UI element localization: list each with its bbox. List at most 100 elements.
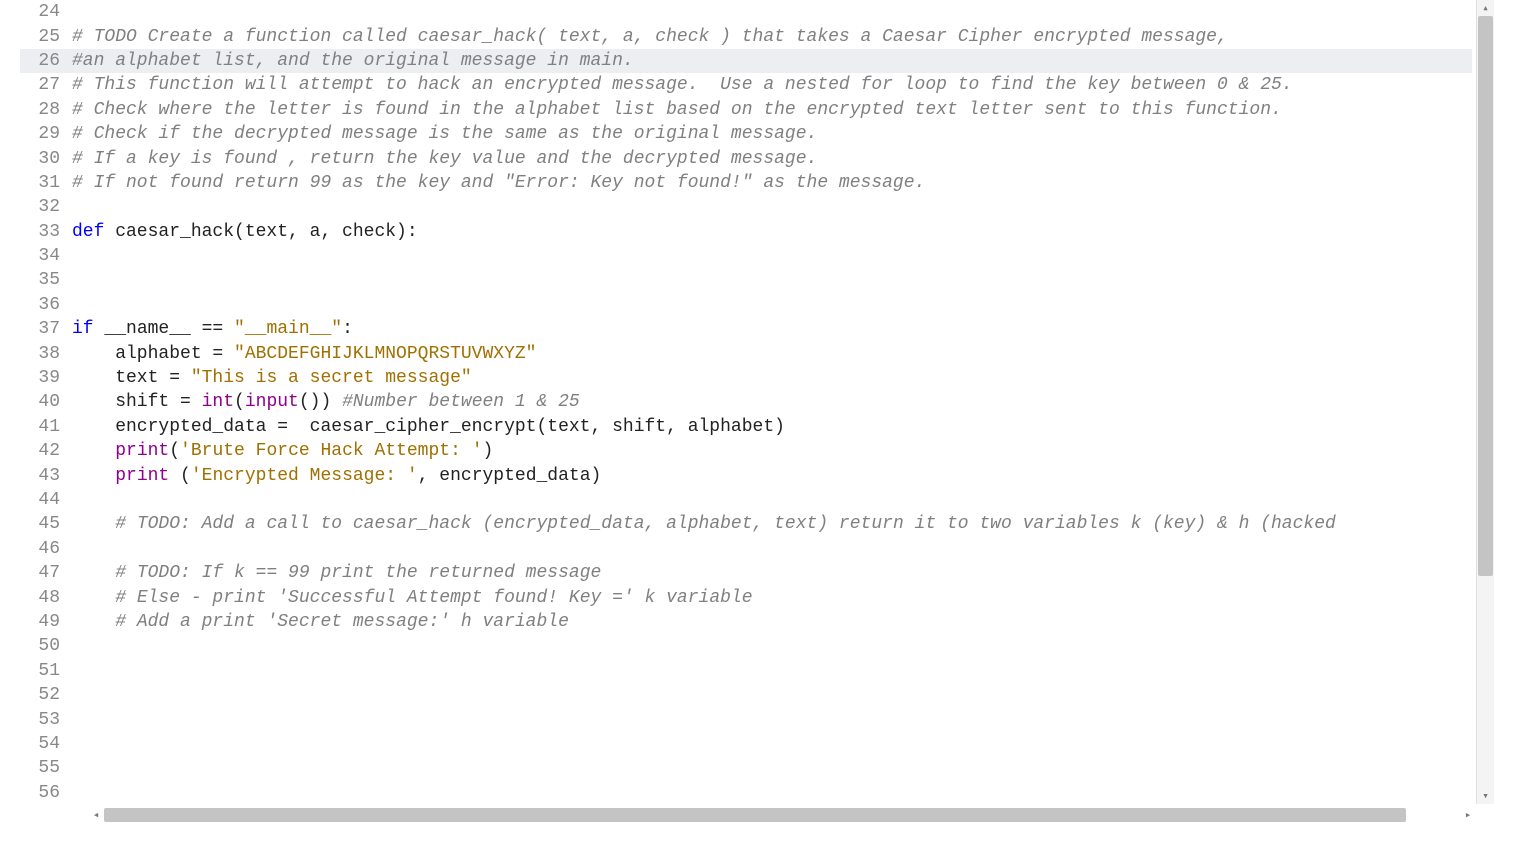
code-content[interactable]: # TODO Create a function called caesar_h… (72, 27, 1472, 47)
token: # TODO: If k == 99 print the returned me… (115, 563, 601, 583)
code-content[interactable]: #an alphabet list, and the original mess… (72, 51, 1472, 71)
code-content[interactable]: # If a key is found , return the key val… (72, 149, 1472, 169)
code-content[interactable]: # Else - print 'Successful Attempt found… (72, 588, 1472, 608)
line-number: 50 (20, 636, 72, 656)
code-line[interactable]: 45 # TODO: Add a call to caesar_hack (en… (20, 512, 1472, 536)
code-line[interactable]: 33def caesar_hack(text, a, check): (20, 220, 1472, 244)
code-content[interactable]: # Check if the decrypted message is the … (72, 124, 1472, 144)
line-number: 41 (20, 417, 72, 437)
code-line[interactable]: 46 (20, 537, 1472, 561)
token: ( (234, 392, 245, 412)
code-line[interactable]: 51 (20, 659, 1472, 683)
code-line[interactable]: 38 alphabet = "ABCDEFGHIJKLMNOPQRSTUVWXY… (20, 341, 1472, 365)
token: # If a key is found , return the key val… (72, 149, 817, 169)
token: #an alphabet list, and the original mess… (72, 51, 634, 71)
code-line[interactable]: 32 (20, 195, 1472, 219)
code-line[interactable]: 49 # Add a print 'Secret message:' h var… (20, 610, 1472, 634)
code-line[interactable]: 25# TODO Create a function called caesar… (20, 24, 1472, 48)
code-line[interactable]: 47 # TODO: If k == 99 print the returned… (20, 561, 1472, 585)
token: if (72, 319, 94, 339)
code-line[interactable]: 27# This function will attempt to hack a… (20, 73, 1472, 97)
code-line[interactable]: 52 (20, 683, 1472, 707)
code-content[interactable]: def caesar_hack(text, a, check): (72, 222, 1472, 242)
token: ) (483, 441, 494, 461)
code-content[interactable]: if __name__ == "__main__": (72, 319, 1472, 339)
code-content[interactable]: # Add a print 'Secret message:' h variab… (72, 612, 1472, 632)
code-line[interactable]: 31# If not found return 99 as the key an… (20, 171, 1472, 195)
line-number: 55 (20, 758, 72, 778)
code-content[interactable]: # TODO: If k == 99 print the returned me… (72, 563, 1472, 583)
line-number: 25 (20, 27, 72, 47)
code-content[interactable]: shift = int(input()) #Number between 1 &… (72, 392, 1472, 412)
token: 'Brute Force Hack Attempt: ' (180, 441, 482, 461)
line-number: 52 (20, 685, 72, 705)
code-line[interactable]: 30# If a key is found , return the key v… (20, 146, 1472, 170)
token: # TODO: Add a call to caesar_hack (encry… (115, 514, 1336, 534)
vertical-scroll-thumb[interactable] (1478, 16, 1493, 576)
token: # Check if the decrypted message is the … (72, 124, 817, 144)
horizontal-scroll-thumb[interactable] (104, 808, 1406, 822)
token: 'Encrypted Message: ' (191, 466, 418, 486)
horizontal-scroll-track[interactable] (104, 806, 1460, 824)
line-number: 30 (20, 149, 72, 169)
code-line[interactable]: 53 (20, 707, 1472, 731)
code-content[interactable]: # Check where the letter is found in the… (72, 100, 1472, 120)
code-line[interactable]: 24 (20, 0, 1472, 24)
line-number: 46 (20, 539, 72, 559)
line-number: 40 (20, 392, 72, 412)
token: input (245, 392, 299, 412)
vertical-scrollbar[interactable]: ▴ ▾ (1476, 0, 1494, 804)
line-number: 32 (20, 197, 72, 217)
line-number: 43 (20, 466, 72, 486)
code-line[interactable]: 35 (20, 268, 1472, 292)
token: "ABCDEFGHIJKLMNOPQRSTUVWXYZ" (234, 344, 536, 364)
line-number: 51 (20, 661, 72, 681)
code-line[interactable]: 26#an alphabet list, and the original me… (20, 49, 1472, 73)
token (72, 612, 115, 632)
token (72, 588, 115, 608)
token: "This is a secret message" (191, 368, 472, 388)
code-line[interactable]: 43 print ('Encrypted Message: ', encrypt… (20, 463, 1472, 487)
code-line[interactable]: 37if __name__ == "__main__": (20, 317, 1472, 341)
code-content[interactable]: text = "This is a secret message" (72, 368, 1472, 388)
line-number: 42 (20, 441, 72, 461)
scroll-left-arrow-icon[interactable]: ◂ (88, 806, 104, 824)
code-line[interactable]: 56 (20, 781, 1472, 805)
code-line[interactable]: 50 (20, 634, 1472, 658)
code-line[interactable]: 48 # Else - print 'Successful Attempt fo… (20, 585, 1472, 609)
horizontal-scrollbar[interactable]: ◂ ▸ (88, 806, 1476, 824)
code-editor[interactable]: 2425# TODO Create a function called caes… (20, 0, 1472, 804)
code-content[interactable]: encrypted_data = caesar_cipher_encrypt(t… (72, 417, 1472, 437)
token: caesar_hack(text, a, check): (104, 222, 417, 242)
token: ( (169, 441, 180, 461)
token: , encrypted_data) (418, 466, 602, 486)
code-line[interactable]: 41 encrypted_data = caesar_cipher_encryp… (20, 415, 1472, 439)
code-line[interactable]: 54 (20, 732, 1472, 756)
code-line[interactable]: 29# Check if the decrypted message is th… (20, 122, 1472, 146)
line-number: 38 (20, 344, 72, 364)
code-line[interactable]: 34 (20, 244, 1472, 268)
code-line[interactable]: 39 text = "This is a secret message" (20, 366, 1472, 390)
token: # Else - print 'Successful Attempt found… (115, 588, 752, 608)
scroll-down-arrow-icon[interactable]: ▾ (1477, 788, 1494, 804)
code-content[interactable]: print ('Encrypted Message: ', encrypted_… (72, 466, 1472, 486)
code-content[interactable]: print('Brute Force Hack Attempt: ') (72, 441, 1472, 461)
code-line[interactable]: 36 (20, 293, 1472, 317)
token: print (115, 441, 169, 461)
code-line[interactable]: 28# Check where the letter is found in t… (20, 98, 1472, 122)
code-content[interactable]: # If not found return 99 as the key and … (72, 173, 1472, 193)
code-line[interactable]: 42 print('Brute Force Hack Attempt: ') (20, 439, 1472, 463)
token: : (342, 319, 353, 339)
line-number: 44 (20, 490, 72, 510)
code-content[interactable]: # This function will attempt to hack an … (72, 75, 1472, 95)
scroll-up-arrow-icon[interactable]: ▴ (1477, 0, 1494, 16)
code-line[interactable]: 40 shift = int(input()) #Number between … (20, 390, 1472, 414)
code-line[interactable]: 55 (20, 756, 1472, 780)
token (72, 466, 115, 486)
token: alphabet = (72, 344, 234, 364)
scroll-right-arrow-icon[interactable]: ▸ (1460, 806, 1476, 824)
code-line[interactable]: 44 (20, 488, 1472, 512)
line-number: 24 (20, 2, 72, 22)
code-content[interactable]: # TODO: Add a call to caesar_hack (encry… (72, 514, 1472, 534)
code-content[interactable]: alphabet = "ABCDEFGHIJKLMNOPQRSTUVWXYZ" (72, 344, 1472, 364)
